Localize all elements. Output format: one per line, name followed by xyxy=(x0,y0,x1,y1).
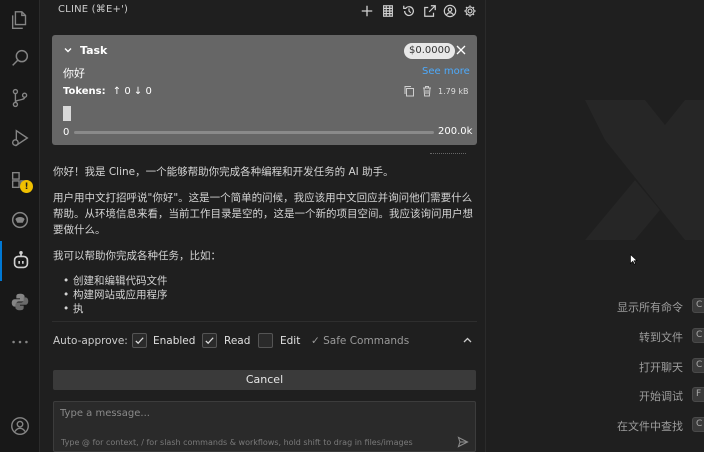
keybinding: C xyxy=(692,358,704,373)
vscode-watermark-logo xyxy=(585,100,704,240)
auto-approve-label: Auto-approve: xyxy=(53,335,128,347)
tokens-out: ↓ 0 xyxy=(133,86,152,97)
trash-icon[interactable] xyxy=(421,85,433,97)
popout-icon[interactable] xyxy=(421,2,439,20)
command-label: 在文件中查找 xyxy=(617,420,683,433)
message-paragraph: 我可以帮助你完成各种任务，比如： xyxy=(53,250,221,262)
command-label: 开始调试 xyxy=(639,390,683,403)
divider xyxy=(52,321,477,322)
message-paragraph: 你好！我是 Cline，一个能够帮助你完成各种编程和开发任务的 AI 助手。 xyxy=(53,166,394,178)
read-label[interactable]: Read xyxy=(224,335,250,347)
tokens-info: Tokens: ↑ 0 ↓ 0 xyxy=(63,86,152,97)
context-max: 200.0k xyxy=(438,126,473,137)
copy-icon[interactable] xyxy=(403,85,415,97)
task-label: Task xyxy=(80,44,108,57)
new-task-icon[interactable] xyxy=(358,2,376,20)
assistant-message: 你好！我是 Cline，一个能够帮助你完成各种编程和开发任务的 AI 助手。 用… xyxy=(53,164,473,316)
edit-checkbox[interactable] xyxy=(258,333,273,348)
account-icon[interactable] xyxy=(0,406,40,446)
editor-area: 显示所有命令 C 转到文件 C 打开聊天 C 开始调试 F 在文件中查找 C xyxy=(487,0,704,452)
enabled-label[interactable]: Enabled xyxy=(153,335,195,347)
chevron-up-icon[interactable] xyxy=(462,335,473,346)
task-card: Task $0.0000 你好 See more Tokens: ↑ 0 ↓ 0… xyxy=(52,35,477,145)
context-usage-indicator xyxy=(63,106,71,121)
chat-input-box: Type @ for context, / for slash commands… xyxy=(53,401,476,452)
command-label: 转到文件 xyxy=(639,331,683,344)
keybinding: C xyxy=(692,298,704,313)
divider-dots xyxy=(430,153,466,154)
list-item: 创建和编辑代码文件 xyxy=(63,274,473,288)
cline-icon[interactable] xyxy=(0,241,40,281)
more-icon[interactable] xyxy=(0,322,40,362)
list-item: 构建网站或应用程序 xyxy=(63,288,473,302)
auto-approve-bar[interactable]: Auto-approve: Enabled Read Edit ✓ Safe C… xyxy=(53,331,478,351)
command-label: 打开聊天 xyxy=(639,361,683,374)
edit-label[interactable]: Edit xyxy=(280,335,300,347)
close-icon[interactable] xyxy=(454,43,468,57)
settings-gear-icon[interactable] xyxy=(461,2,479,20)
explorer-icon[interactable] xyxy=(0,0,40,40)
send-icon[interactable] xyxy=(457,436,469,448)
panel-title: CLINE (⌘E+') xyxy=(58,4,129,15)
input-hint: Type @ for context, / for slash commands… xyxy=(61,438,413,447)
cost-badge: $0.0000 xyxy=(404,43,456,59)
context-window-bar xyxy=(74,131,434,134)
enabled-checkbox[interactable] xyxy=(132,333,147,348)
message-paragraph: 用户用中文打招呼说"你好"。这是一个简单的问候，我应该用中文回应并询问他们需要什… xyxy=(53,192,473,236)
source-control-icon[interactable] xyxy=(0,78,40,118)
see-more-link[interactable]: See more xyxy=(422,66,470,77)
chevron-down-icon[interactable] xyxy=(63,45,73,55)
read-checkbox[interactable] xyxy=(202,333,217,348)
warning-badge: ! xyxy=(20,180,33,193)
tokens-in: ↑ 0 xyxy=(112,86,131,97)
keybinding: F xyxy=(692,387,704,402)
search-icon[interactable] xyxy=(0,38,40,78)
message-list: 创建和编辑代码文件 构建网站或应用程序 执 xyxy=(53,274,473,316)
remote-icon[interactable] xyxy=(0,200,40,240)
task-size: 1.79 kB xyxy=(438,87,469,96)
extensions-icon[interactable]: ! xyxy=(0,160,40,200)
safe-commands-label[interactable]: ✓ Safe Commands xyxy=(311,335,409,347)
command-label: 显示所有命令 xyxy=(617,301,683,314)
task-text: 你好 xyxy=(63,67,85,80)
keybinding: C xyxy=(692,328,704,343)
cline-panel: CLINE (⌘E+') Task $0.0000 你好 See more To… xyxy=(40,0,486,452)
context-min: 0 xyxy=(63,127,70,138)
mcp-servers-icon[interactable] xyxy=(379,2,397,20)
list-item: 执 xyxy=(63,302,473,316)
python-icon[interactable] xyxy=(0,282,40,322)
run-debug-icon[interactable] xyxy=(0,118,40,158)
tokens-label: Tokens: xyxy=(63,86,106,97)
cancel-button[interactable]: Cancel xyxy=(53,370,476,390)
panel-header: CLINE (⌘E+') xyxy=(40,0,486,22)
message-input[interactable] xyxy=(60,408,460,426)
activity-bar: ! xyxy=(0,0,40,452)
keybinding: C xyxy=(692,417,704,432)
account-circle-icon[interactable] xyxy=(441,2,459,20)
mouse-cursor-icon xyxy=(630,254,638,265)
history-icon[interactable] xyxy=(400,2,418,20)
